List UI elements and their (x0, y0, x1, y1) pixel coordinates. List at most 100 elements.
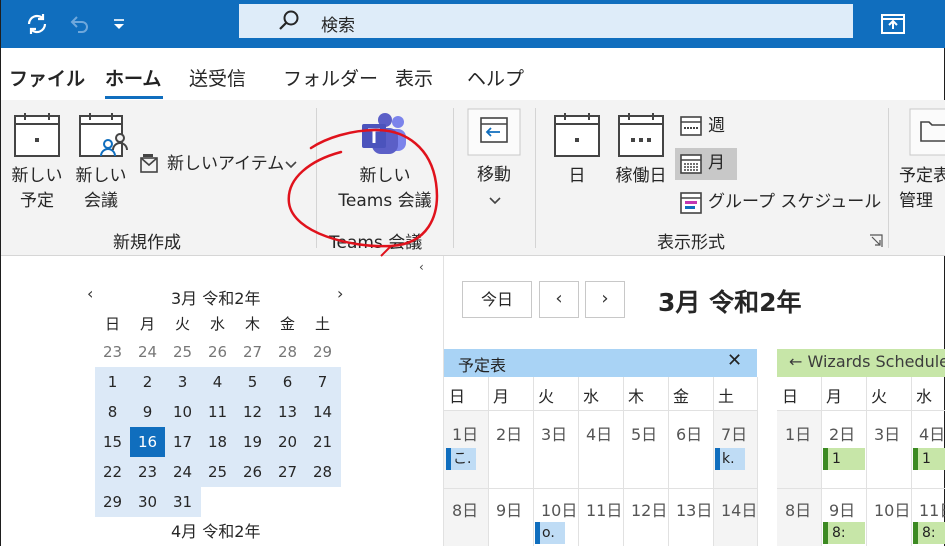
day-cell-date[interactable]: 9日 (829, 497, 865, 521)
day-cell-date[interactable]: 11日 (919, 497, 945, 521)
mini-day[interactable]: 4 (200, 367, 235, 397)
day-cell-date[interactable]: 9日 (496, 497, 532, 521)
mini-day[interactable]: 9 (130, 397, 165, 427)
mini-day[interactable]: 1 (95, 367, 130, 397)
mini-day[interactable]: 2 (130, 367, 165, 397)
appointment[interactable]: 8: (823, 522, 865, 544)
mini-day[interactable]: 25 (165, 337, 200, 367)
mini-day[interactable]: 15 (95, 427, 130, 457)
day-cell-date[interactable]: 10日 (541, 497, 577, 521)
mini-next-month-icon[interactable]: › (337, 284, 343, 303)
day-cell-date[interactable]: 4日 (586, 421, 622, 445)
mini-day[interactable]: 18 (200, 427, 235, 457)
mini-prev-month-icon[interactable]: ‹ (87, 284, 93, 303)
next-button[interactable]: › (585, 281, 625, 318)
mini-day[interactable]: 19 (235, 427, 270, 457)
mini-day[interactable]: 12 (235, 397, 270, 427)
mini-day[interactable]: 28 (305, 457, 340, 487)
day-cell-date[interactable]: 2日 (496, 421, 532, 445)
mini-day[interactable]: 17 (165, 427, 200, 457)
day-cell-date[interactable]: 1日 (785, 421, 821, 445)
mini-day[interactable]: 29 (305, 337, 340, 367)
mini-day[interactable]: 5 (235, 367, 270, 397)
mini-day[interactable]: 7 (305, 367, 340, 397)
day-cell-date[interactable]: 1日 (452, 421, 488, 445)
day-cell-date[interactable]: 6日 (676, 421, 712, 445)
tab-help[interactable]: ヘルプ (467, 64, 524, 91)
day-cell-date[interactable]: 3日 (541, 421, 577, 445)
group-schedule-label: グループ スケジュール (708, 192, 882, 212)
search-box[interactable]: 検索 (239, 4, 853, 38)
collapse-pane-icon[interactable]: ‹ (419, 260, 424, 274)
mini-weekday: 金 (279, 315, 295, 333)
tab-view[interactable]: 表示 (395, 64, 433, 91)
day-cell-date[interactable]: 14日 (721, 497, 757, 521)
day-cell-date[interactable]: 3日 (874, 421, 910, 445)
calendar-name: 予定表 (458, 356, 507, 375)
appointment[interactable]: 8: (913, 522, 945, 544)
mini-day[interactable]: 6 (270, 367, 305, 397)
mini-day[interactable]: 31 (165, 487, 200, 517)
mini-day[interactable]: 23 (130, 457, 165, 487)
mini-day[interactable]: 10 (165, 397, 200, 427)
mini-day[interactable]: 26 (200, 337, 235, 367)
prev-button[interactable]: ‹ (539, 281, 579, 318)
weekday-header: 土 (718, 387, 735, 406)
mini-day[interactable]: 22 (95, 457, 130, 487)
day-cell-date[interactable]: 8日 (785, 497, 821, 521)
mini-day[interactable]: 23 (95, 337, 130, 367)
mini-day[interactable]: 30 (130, 487, 165, 517)
mini-day[interactable]: 13 (270, 397, 305, 427)
day-cell-date[interactable]: 11日 (586, 497, 622, 521)
mini-day-today[interactable]: 16 (130, 427, 165, 457)
calendar-icon (14, 113, 60, 157)
mini-weekday: 土 (314, 315, 330, 333)
mini-day[interactable]: 28 (270, 337, 305, 367)
day-cell-date[interactable]: 10日 (874, 497, 910, 521)
undo-icon[interactable] (65, 10, 93, 38)
sync-icon[interactable] (23, 10, 51, 38)
month-view-button[interactable]: 月 (675, 148, 737, 180)
customize-toolbar-icon[interactable] (105, 10, 133, 38)
mini-day[interactable]: 11 (200, 397, 235, 427)
mini-day[interactable]: 20 (270, 427, 305, 457)
tab-home[interactable]: ホーム (105, 64, 161, 91)
mini-weekday: 月 (139, 315, 155, 333)
mini-day[interactable]: 25 (200, 457, 235, 487)
mini-day[interactable]: 24 (165, 457, 200, 487)
calendar-tab-main[interactable]: 予定表 ✕ (444, 349, 757, 377)
day-cell-date[interactable]: 2日 (829, 421, 865, 445)
mini-day[interactable]: 24 (130, 337, 165, 367)
today-button[interactable]: 今日 (462, 281, 532, 318)
mini-day[interactable]: 8 (95, 397, 130, 427)
close-icon[interactable]: ✕ (727, 350, 742, 371)
tab-file[interactable]: ファイル (9, 64, 85, 91)
mini-day[interactable]: 27 (270, 457, 305, 487)
mini-day[interactable]: 26 (235, 457, 270, 487)
day-cell-date[interactable]: 8日 (452, 497, 488, 521)
ribbon-display-icon[interactable] (879, 10, 907, 38)
mini-day[interactable]: 21 (305, 427, 340, 457)
mini-day[interactable]: 27 (235, 337, 270, 367)
appointment[interactable]: 1 (823, 448, 865, 470)
mini-day[interactable]: 29 (95, 487, 130, 517)
day-cell-date[interactable]: 7日 (721, 421, 757, 445)
appointment[interactable]: k. (715, 448, 745, 470)
day-cell-date[interactable]: 13日 (676, 497, 712, 521)
mini-day[interactable]: 3 (165, 367, 200, 397)
mini-day[interactable]: 14 (305, 397, 340, 427)
appointment[interactable]: o. (535, 522, 565, 544)
appointment[interactable]: こ. (446, 448, 476, 470)
new-appointment-label-1: 新しい (11, 166, 63, 186)
tab-folder[interactable]: フォルダー (283, 64, 378, 91)
calendar-tab-wizards[interactable]: ← Wizards Schedule (777, 349, 945, 377)
arrow-left-icon[interactable]: ← (789, 352, 808, 371)
new-items-label: 新しいアイテム (167, 154, 285, 174)
day-cell-date[interactable]: 5日 (631, 421, 667, 445)
meeting-icon (79, 113, 128, 157)
day-cell-date[interactable]: 12日 (631, 497, 667, 521)
appointment[interactable]: 1 (913, 448, 945, 470)
dialog-launcher-icon[interactable] (869, 234, 883, 248)
day-cell-date[interactable]: 4日 (919, 421, 945, 445)
tab-send-receive[interactable]: 送受信 (189, 64, 246, 91)
